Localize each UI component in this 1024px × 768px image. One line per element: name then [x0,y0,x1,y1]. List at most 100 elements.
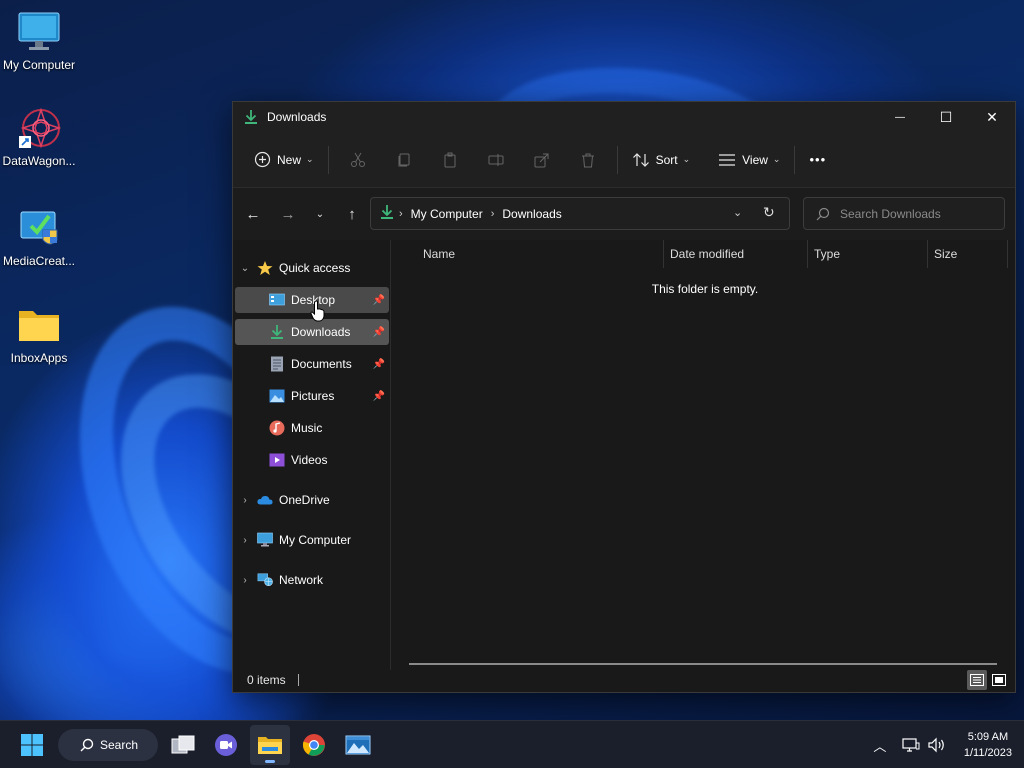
cloud-icon [257,492,273,508]
taskbar: Search ︿ 5:09 AM 1/11/2023 [0,720,1024,768]
sidebar-item-label: My Computer [279,533,352,547]
recent-locations-button[interactable]: ⌄ [304,198,336,230]
download-icon [269,324,285,340]
toolbar-separator [327,145,329,174]
datawagon-icon [17,106,62,150]
chevron-right-icon[interactable]: › [237,535,253,546]
chevron-down-icon: ⌄ [315,208,325,220]
up-button[interactable]: ↑ [336,198,368,230]
column-header-date-modified[interactable]: Date modified [664,240,808,268]
column-header-size[interactable]: Size [928,240,1008,268]
sidebar-item-quick-access[interactable]: ⌄ Quick access [237,255,389,281]
music-icon [269,420,285,436]
monitor-icon [257,532,273,548]
share-button[interactable] [519,144,565,176]
network-status-button[interactable] [899,733,923,757]
copy-icon [398,153,410,166]
column-header-name[interactable]: Name [417,240,664,268]
view-button[interactable]: View ⌄ [710,144,788,176]
back-button[interactable]: ← [237,198,269,230]
sidebar-item-music[interactable]: Music [235,415,389,441]
desktop-icon-label: My Computer [2,58,76,72]
minimize-button[interactable]: — [877,102,923,132]
refresh-button[interactable]: ↻ [763,204,775,221]
breadcrumb-downloads[interactable]: Downloads [502,207,561,221]
pin-icon: 📌 [372,390,385,402]
sidebar-item-onedrive[interactable]: › OneDrive [237,487,389,513]
new-button[interactable]: New ⌄ [245,144,322,176]
clock-time: 5:09 AM [967,731,1009,743]
chevron-right-icon[interactable]: › [237,575,253,586]
chevron-up-icon: ︿ [873,738,887,754]
copy-button[interactable] [381,144,427,176]
close-button[interactable]: ✕ [969,102,1015,132]
sidebar-item-documents[interactable]: Documents 📌 [235,351,389,377]
start-button[interactable] [12,725,52,765]
sidebar-item-videos[interactable]: Videos [235,447,389,473]
large-icons-view-icon [992,674,1006,686]
search-input[interactable] [840,206,1000,221]
breadcrumb-separator-icon: › [490,207,495,220]
sidebar-item-pictures[interactable]: Pictures 📌 [235,383,389,409]
sidebar-item-label: Videos [291,453,328,467]
minimize-icon: — [895,111,905,123]
address-dropdown-button[interactable]: ⌄ [733,206,742,219]
file-list: Name Date modified Type Size This folder… [391,240,1015,670]
sidebar-item-network[interactable]: › Network [237,567,389,593]
show-hidden-icons-button[interactable]: ︿ [868,733,892,757]
paste-button[interactable] [427,144,473,176]
sidebar-item-label: Music [291,421,323,435]
status-bar: 0 items [233,668,1015,692]
teams-chat-button[interactable] [206,725,246,765]
address-bar[interactable]: › My Computer › Downloads ⌄ ↻ [370,197,790,230]
sort-button[interactable]: Sort ⌄ [624,144,699,176]
image-viewer-button[interactable] [338,725,378,765]
forward-button[interactable]: → [272,198,304,230]
desktop-icon-inboxapps[interactable]: InboxApps [0,303,79,365]
desktop-icon-datawagon[interactable]: DataWagon... [0,106,79,168]
chrome-button[interactable] [294,725,334,765]
taskbar-search-button[interactable]: Search [58,729,158,761]
chrome-icon [302,734,325,756]
desktop-icon [269,292,285,308]
toolbar-separator [616,145,618,174]
details-view-button[interactable] [967,670,987,690]
desktop-icon-my-computer[interactable]: My Computer [0,10,79,72]
download-icon [379,204,395,223]
sidebar-item-label: Network [279,573,324,587]
large-icons-view-button[interactable] [989,670,1009,690]
file-explorer-taskbar-button[interactable] [250,725,290,765]
search-box[interactable] [803,197,1005,230]
sort-label: Sort [655,152,678,167]
toolbar-separator [794,145,796,174]
file-explorer-window: Downloads — ☐ ✕ New ⌄ Sort ⌄ View ⌄ ••• … [232,101,1016,693]
chevron-down-icon: ⌄ [306,154,314,164]
column-header-type[interactable]: Type [808,240,928,268]
delete-button[interactable] [565,144,611,176]
title-bar[interactable]: Downloads — ☐ ✕ [233,102,1015,132]
scissors-icon [350,152,365,167]
sidebar-item-label: Downloads [291,325,351,339]
column-type-label: Type [814,247,841,261]
new-label: New [277,152,302,167]
taskbar-clock[interactable]: 5:09 AM 1/11/2023 [964,729,1012,761]
rename-button[interactable] [473,144,519,176]
speaker-icon [928,737,944,753]
desktop-icon-mediacreation[interactable]: MediaCreat... [0,206,79,268]
maximize-button[interactable]: ☐ [923,102,969,132]
horizontal-scrollbar[interactable] [409,663,997,665]
chevron-right-icon[interactable]: › [237,495,253,506]
more-options-button[interactable]: ••• [801,144,834,176]
desktop-icon-label: InboxApps [10,351,68,365]
empty-folder-message: This folder is empty. [651,282,759,296]
details-view-icon [970,674,984,686]
navigation-bar: ← → ⌄ ↑ › My Computer › Downloads ⌄ ↻ [233,188,1015,240]
cut-button[interactable] [335,144,381,176]
sidebar-item-my-computer[interactable]: › My Computer [237,527,389,553]
pictures-icon [269,388,285,404]
chevron-down-icon[interactable]: ⌄ [237,263,253,274]
volume-button[interactable] [925,733,949,757]
breadcrumb-my-computer[interactable]: My Computer [411,207,483,221]
task-view-button[interactable] [163,725,203,765]
arrow-right-icon: → [280,205,296,223]
